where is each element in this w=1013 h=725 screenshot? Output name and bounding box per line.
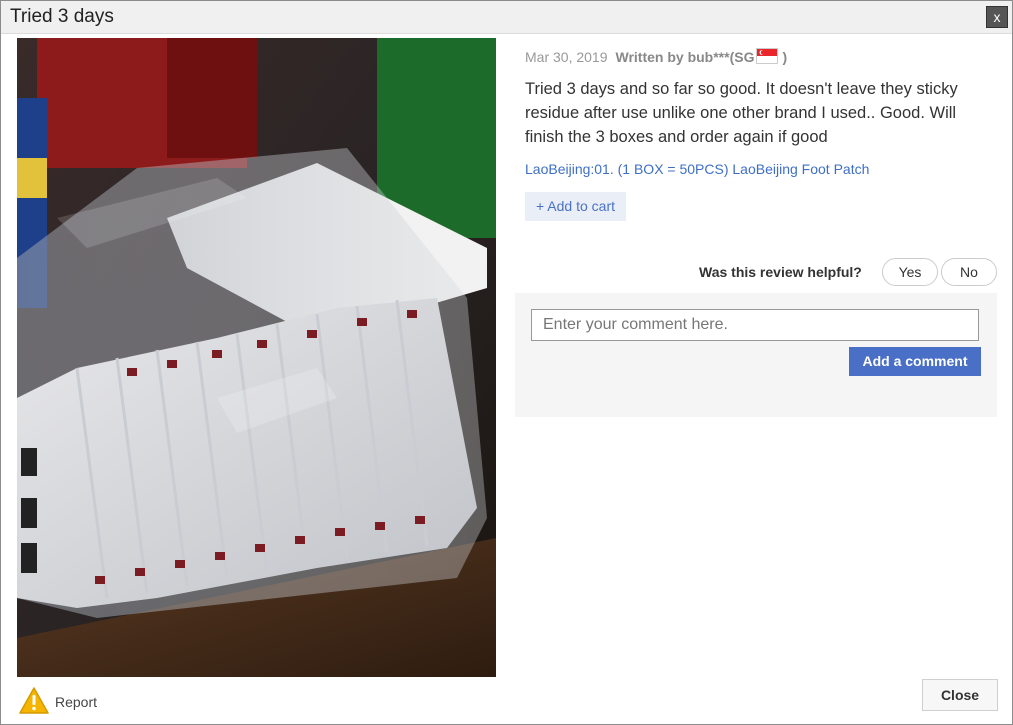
helpful-no-button[interactable]: No (941, 258, 997, 286)
add-to-cart-button[interactable]: + Add to cart (525, 192, 626, 221)
warning-icon (19, 687, 49, 715)
review-author-suffix: ) (782, 49, 788, 65)
helpful-yes-button[interactable]: Yes (882, 258, 938, 286)
review-text: Tried 3 days and so far so good. It does… (525, 80, 958, 146)
report-label: Report (55, 694, 98, 710)
review-dialog: Tried 3 days x Mar 30, 2019 Written by b… (0, 0, 1013, 725)
review-meta: Mar 30, 2019 Written by bub***(SG) (525, 48, 787, 65)
close-button[interactable]: Close (922, 679, 998, 711)
close-icon[interactable]: x (986, 6, 1008, 28)
helpful-question: Was this review helpful? (699, 264, 862, 280)
add-comment-button[interactable]: Add a comment (849, 347, 981, 376)
helpful-section: Was this review helpful? Yes No (699, 258, 997, 286)
review-photo[interactable] (17, 38, 496, 677)
dialog-titlebar: Tried 3 days x (1, 1, 1012, 34)
comment-input[interactable] (531, 309, 979, 341)
dialog-title: Tried 3 days (10, 6, 114, 27)
singapore-flag-icon (756, 48, 779, 64)
photo-image (17, 38, 496, 677)
comment-panel: Add a comment (515, 293, 997, 417)
review-date: Mar 30, 2019 (525, 49, 608, 65)
review-author: Written by bub***(SG (615, 49, 755, 65)
product-link[interactable]: LaoBeijing:01. (1 BOX = 50PCS) LaoBeijin… (525, 161, 869, 177)
